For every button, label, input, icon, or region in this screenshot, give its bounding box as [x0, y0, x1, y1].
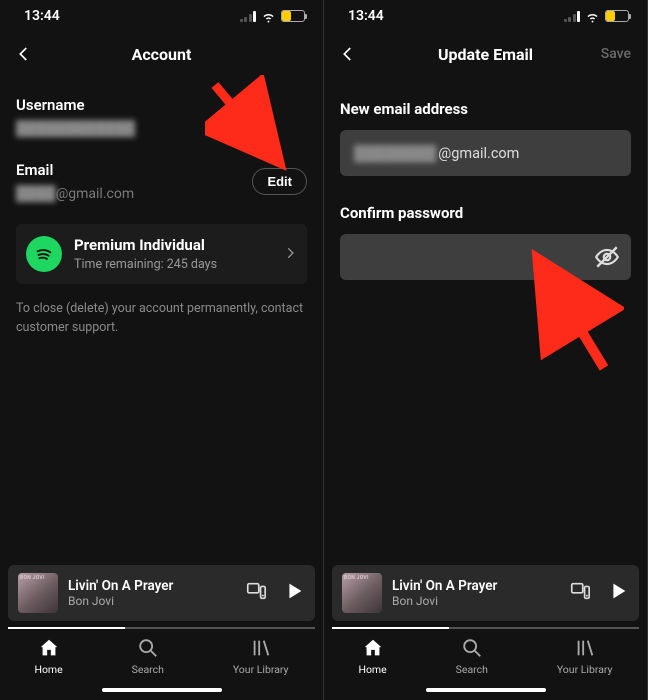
nav-library-label: Your Library	[557, 663, 613, 676]
back-button[interactable]	[336, 42, 360, 66]
confirm-password-label: Confirm password	[340, 204, 631, 222]
nav-library[interactable]: Your Library	[557, 637, 613, 676]
header: Account	[0, 32, 323, 76]
now-playing-artist: Bon Jovi	[392, 594, 559, 608]
nav-search[interactable]: Search	[132, 637, 164, 676]
new-email-input[interactable]: ████████@gmail.com ████████@gmail.com	[340, 130, 631, 176]
battery-icon	[605, 10, 629, 22]
new-email-label: New email address	[340, 100, 631, 118]
nav-home[interactable]: Home	[34, 637, 62, 676]
album-art	[342, 573, 382, 613]
update-email-content: New email address ████████@gmail.com ███…	[324, 76, 647, 565]
devices-icon[interactable]	[245, 580, 267, 606]
now-playing-bar[interactable]: Livin' On A Prayer Bon Jovi	[332, 565, 639, 621]
status-icons	[240, 9, 306, 24]
chevron-left-icon	[15, 45, 33, 63]
back-button[interactable]	[12, 42, 36, 66]
signal-icon	[240, 11, 257, 22]
header: Update Email Save	[324, 32, 647, 76]
now-playing-artist: Bon Jovi	[68, 594, 235, 608]
status-time: 13:44	[24, 8, 60, 24]
signal-icon	[564, 11, 581, 22]
update-email-screen: 13:44 Update Email Save New email addres…	[324, 0, 648, 700]
page-title: Update Email	[438, 45, 533, 64]
email-label: Email	[16, 161, 134, 179]
plan-title: Premium Individual	[74, 236, 271, 254]
account-content: Username ████████████ Email ████████@gma…	[0, 76, 323, 565]
devices-icon[interactable]	[569, 580, 591, 606]
wifi-icon	[585, 9, 600, 24]
play-icon[interactable]	[607, 580, 629, 606]
nav-home-label: Home	[34, 663, 62, 676]
plan-subtitle: Time remaining: 245 days	[74, 257, 271, 272]
nav-search-label: Search	[132, 663, 164, 676]
bottom-nav: Home Search Your Library	[324, 629, 647, 682]
status-icons	[564, 9, 630, 24]
bottom-nav: Home Search Your Library	[0, 629, 323, 682]
nav-library-label: Your Library	[233, 663, 289, 676]
chevron-left-icon	[339, 45, 357, 63]
spotify-logo-icon	[26, 236, 62, 272]
now-playing-title: Livin' On A Prayer	[392, 578, 559, 594]
now-playing-title: Livin' On A Prayer	[68, 578, 235, 594]
status-time: 13:44	[348, 8, 384, 24]
username-value: ████████████	[16, 120, 307, 137]
close-account-hint: To close (delete) your account permanent…	[16, 300, 307, 338]
library-icon	[574, 637, 596, 659]
nav-home[interactable]: Home	[358, 637, 386, 676]
album-art	[18, 573, 58, 613]
page-title: Account	[132, 45, 192, 64]
search-icon	[137, 637, 159, 659]
toggle-password-visibility-button[interactable]	[593, 243, 621, 271]
play-icon[interactable]	[283, 580, 305, 606]
email-value: ████████@gmail.com@gmail.com	[16, 185, 134, 202]
plan-card[interactable]: Premium Individual Time remaining: 245 d…	[16, 224, 307, 284]
confirm-password-input[interactable]	[340, 234, 631, 280]
nav-search-label: Search	[456, 663, 488, 676]
battery-icon	[281, 10, 305, 22]
username-label: Username	[16, 96, 307, 114]
now-playing-progress[interactable]	[332, 627, 639, 629]
now-playing-progress[interactable]	[8, 627, 315, 629]
wifi-icon	[261, 9, 276, 24]
account-screen: 13:44 Account Username ████████████ Emai…	[0, 0, 324, 700]
now-playing-bar[interactable]: Livin' On A Prayer Bon Jovi	[8, 565, 315, 621]
home-indicator[interactable]	[102, 688, 222, 693]
edit-email-button[interactable]: Edit	[252, 168, 307, 195]
status-bar: 13:44	[324, 0, 647, 32]
library-icon	[250, 637, 272, 659]
home-icon	[38, 637, 60, 659]
home-indicator[interactable]	[426, 688, 546, 693]
status-bar: 13:44	[0, 0, 323, 32]
nav-library[interactable]: Your Library	[233, 637, 289, 676]
nav-home-label: Home	[358, 663, 386, 676]
eye-off-icon	[594, 244, 620, 270]
save-button[interactable]: Save	[601, 46, 631, 62]
home-icon	[362, 637, 384, 659]
password-field[interactable]	[354, 249, 617, 265]
chevron-right-icon	[283, 245, 297, 264]
nav-search[interactable]: Search	[456, 637, 488, 676]
search-icon	[461, 637, 483, 659]
